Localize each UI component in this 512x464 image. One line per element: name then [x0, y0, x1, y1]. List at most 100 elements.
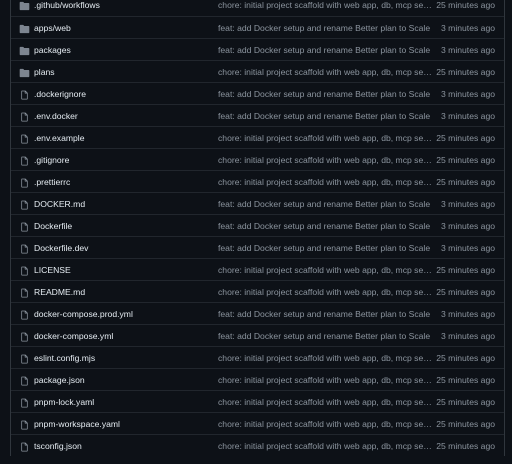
- file-name-link[interactable]: .env.example: [34, 133, 84, 143]
- file-name-link[interactable]: .dockerignore: [34, 89, 86, 99]
- file-name-link[interactable]: plans: [34, 67, 55, 77]
- file-list: .github/workflows chore: initial project…: [10, 0, 505, 456]
- file-icon: [19, 442, 30, 452]
- file-name-link[interactable]: apps/web: [34, 23, 71, 33]
- file-icon: [19, 112, 30, 122]
- file-name-link[interactable]: .env.docker: [34, 111, 78, 121]
- commit-message-link[interactable]: feat: add Docker setup and rename Better…: [218, 89, 432, 99]
- file-name-link[interactable]: README.md: [34, 287, 85, 297]
- commit-message-link[interactable]: chore: initial project scaffold with web…: [218, 441, 432, 451]
- file-name-link[interactable]: .github/workflows: [34, 0, 100, 10]
- file-row[interactable]: .env.docker feat: add Docker setup and r…: [11, 104, 504, 126]
- file-row[interactable]: eslint.config.mjs chore: initial project…: [11, 346, 504, 368]
- file-icon: [19, 376, 30, 386]
- file-icon: [19, 398, 30, 408]
- folder-icon: [19, 1, 30, 11]
- commit-message-link[interactable]: feat: add Docker setup and rename Better…: [218, 243, 432, 253]
- file-row[interactable]: pnpm-lock.yaml chore: initial project sc…: [11, 390, 504, 412]
- file-row[interactable]: LICENSE chore: initial project scaffold …: [11, 258, 504, 280]
- file-row[interactable]: docker-compose.prod.yml feat: add Docker…: [11, 302, 504, 324]
- commit-age: 25 minutes ago: [436, 133, 495, 143]
- commit-message-link[interactable]: chore: initial project scaffold with web…: [218, 0, 432, 10]
- commit-message-link[interactable]: feat: add Docker setup and rename Better…: [218, 309, 432, 319]
- file-row[interactable]: packages feat: add Docker setup and rena…: [11, 38, 504, 60]
- commit-age: 3 minutes ago: [441, 199, 495, 209]
- commit-age: 3 minutes ago: [441, 309, 495, 319]
- commit-age: 25 minutes ago: [436, 353, 495, 363]
- commit-message-link[interactable]: feat: add Docker setup and rename Better…: [218, 331, 432, 341]
- file-name-link[interactable]: tsconfig.json: [34, 441, 82, 451]
- file-icon: [19, 222, 30, 232]
- file-row[interactable]: package.json chore: initial project scaf…: [11, 368, 504, 390]
- file-name-link[interactable]: Dockerfile.dev: [34, 243, 88, 253]
- commit-message-link[interactable]: chore: initial project scaffold with web…: [218, 67, 432, 77]
- file-row[interactable]: apps/web feat: add Docker setup and rena…: [11, 16, 504, 38]
- commit-age: 25 minutes ago: [436, 375, 495, 385]
- commit-age: 25 minutes ago: [436, 397, 495, 407]
- file-row[interactable]: tsconfig.json chore: initial project sca…: [11, 434, 504, 456]
- commit-message-link[interactable]: feat: add Docker setup and rename Better…: [218, 23, 432, 33]
- file-row[interactable]: .env.example chore: initial project scaf…: [11, 126, 504, 148]
- commit-age: 3 minutes ago: [441, 23, 495, 33]
- commit-message-link[interactable]: chore: initial project scaffold with web…: [218, 265, 432, 275]
- commit-message-link[interactable]: feat: add Docker setup and rename Better…: [218, 199, 432, 209]
- file-row[interactable]: DOCKER.md feat: add Docker setup and ren…: [11, 192, 504, 214]
- file-icon: [19, 156, 30, 166]
- commit-message-link[interactable]: chore: initial project scaffold with web…: [218, 155, 432, 165]
- file-name-link[interactable]: package.json: [34, 375, 85, 385]
- file-icon: [19, 244, 30, 254]
- file-name-link[interactable]: DOCKER.md: [34, 199, 85, 209]
- file-row[interactable]: docker-compose.yml feat: add Docker setu…: [11, 324, 504, 346]
- file-name-link[interactable]: docker-compose.prod.yml: [34, 309, 133, 319]
- file-name-link[interactable]: Dockerfile: [34, 221, 72, 231]
- file-name-link[interactable]: .prettierrc: [34, 177, 70, 187]
- file-name-link[interactable]: LICENSE: [34, 265, 71, 275]
- commit-message-link[interactable]: feat: add Docker setup and rename Better…: [218, 221, 432, 231]
- commit-message-link[interactable]: chore: initial project scaffold with web…: [218, 375, 432, 385]
- commit-message-link[interactable]: chore: initial project scaffold with web…: [218, 177, 432, 187]
- commit-age: 3 minutes ago: [441, 221, 495, 231]
- commit-age: 3 minutes ago: [441, 331, 495, 341]
- file-icon: [19, 420, 30, 430]
- commit-age: 25 minutes ago: [436, 265, 495, 275]
- commit-age: 25 minutes ago: [436, 155, 495, 165]
- file-row[interactable]: plans chore: initial project scaffold wi…: [11, 60, 504, 82]
- file-row[interactable]: pnpm-workspace.yaml chore: initial proje…: [11, 412, 504, 434]
- file-row[interactable]: Dockerfile feat: add Docker setup and re…: [11, 214, 504, 236]
- commit-age: 3 minutes ago: [441, 45, 495, 55]
- file-name-link[interactable]: .gitignore: [34, 155, 69, 165]
- file-icon: [19, 288, 30, 298]
- file-row[interactable]: .github/workflows chore: initial project…: [11, 0, 504, 16]
- commit-message-link[interactable]: chore: initial project scaffold with web…: [218, 133, 432, 143]
- file-icon: [19, 200, 30, 210]
- file-row[interactable]: README.md chore: initial project scaffol…: [11, 280, 504, 302]
- file-row[interactable]: Dockerfile.dev feat: add Docker setup an…: [11, 236, 504, 258]
- commit-age: 25 minutes ago: [436, 67, 495, 77]
- file-icon: [19, 332, 30, 342]
- commit-age: 3 minutes ago: [441, 243, 495, 253]
- file-name-link[interactable]: docker-compose.yml: [34, 331, 113, 341]
- file-row[interactable]: .dockerignore feat: add Docker setup and…: [11, 82, 504, 104]
- file-icon: [19, 310, 30, 320]
- commit-message-link[interactable]: chore: initial project scaffold with web…: [218, 397, 432, 407]
- commit-age: 25 minutes ago: [436, 0, 495, 10]
- folder-icon: [19, 46, 30, 56]
- commit-age: 3 minutes ago: [441, 111, 495, 121]
- file-icon: [19, 178, 30, 188]
- file-row[interactable]: .gitignore chore: initial project scaffo…: [11, 148, 504, 170]
- commit-message-link[interactable]: chore: initial project scaffold with web…: [218, 419, 432, 429]
- file-icon: [19, 90, 30, 100]
- file-name-link[interactable]: eslint.config.mjs: [34, 353, 95, 363]
- file-name-link[interactable]: pnpm-lock.yaml: [34, 397, 94, 407]
- commit-message-link[interactable]: chore: initial project scaffold with web…: [218, 353, 432, 363]
- folder-icon: [19, 68, 30, 78]
- file-name-link[interactable]: pnpm-workspace.yaml: [34, 419, 120, 429]
- commit-age: 25 minutes ago: [436, 419, 495, 429]
- commit-message-link[interactable]: feat: add Docker setup and rename Better…: [218, 45, 432, 55]
- commit-message-link[interactable]: feat: add Docker setup and rename Better…: [218, 111, 432, 121]
- file-icon: [19, 354, 30, 364]
- commit-message-link[interactable]: chore: initial project scaffold with web…: [218, 287, 432, 297]
- file-name-link[interactable]: packages: [34, 45, 71, 55]
- file-row[interactable]: .prettierrc chore: initial project scaff…: [11, 170, 504, 192]
- commit-age: 3 minutes ago: [441, 89, 495, 99]
